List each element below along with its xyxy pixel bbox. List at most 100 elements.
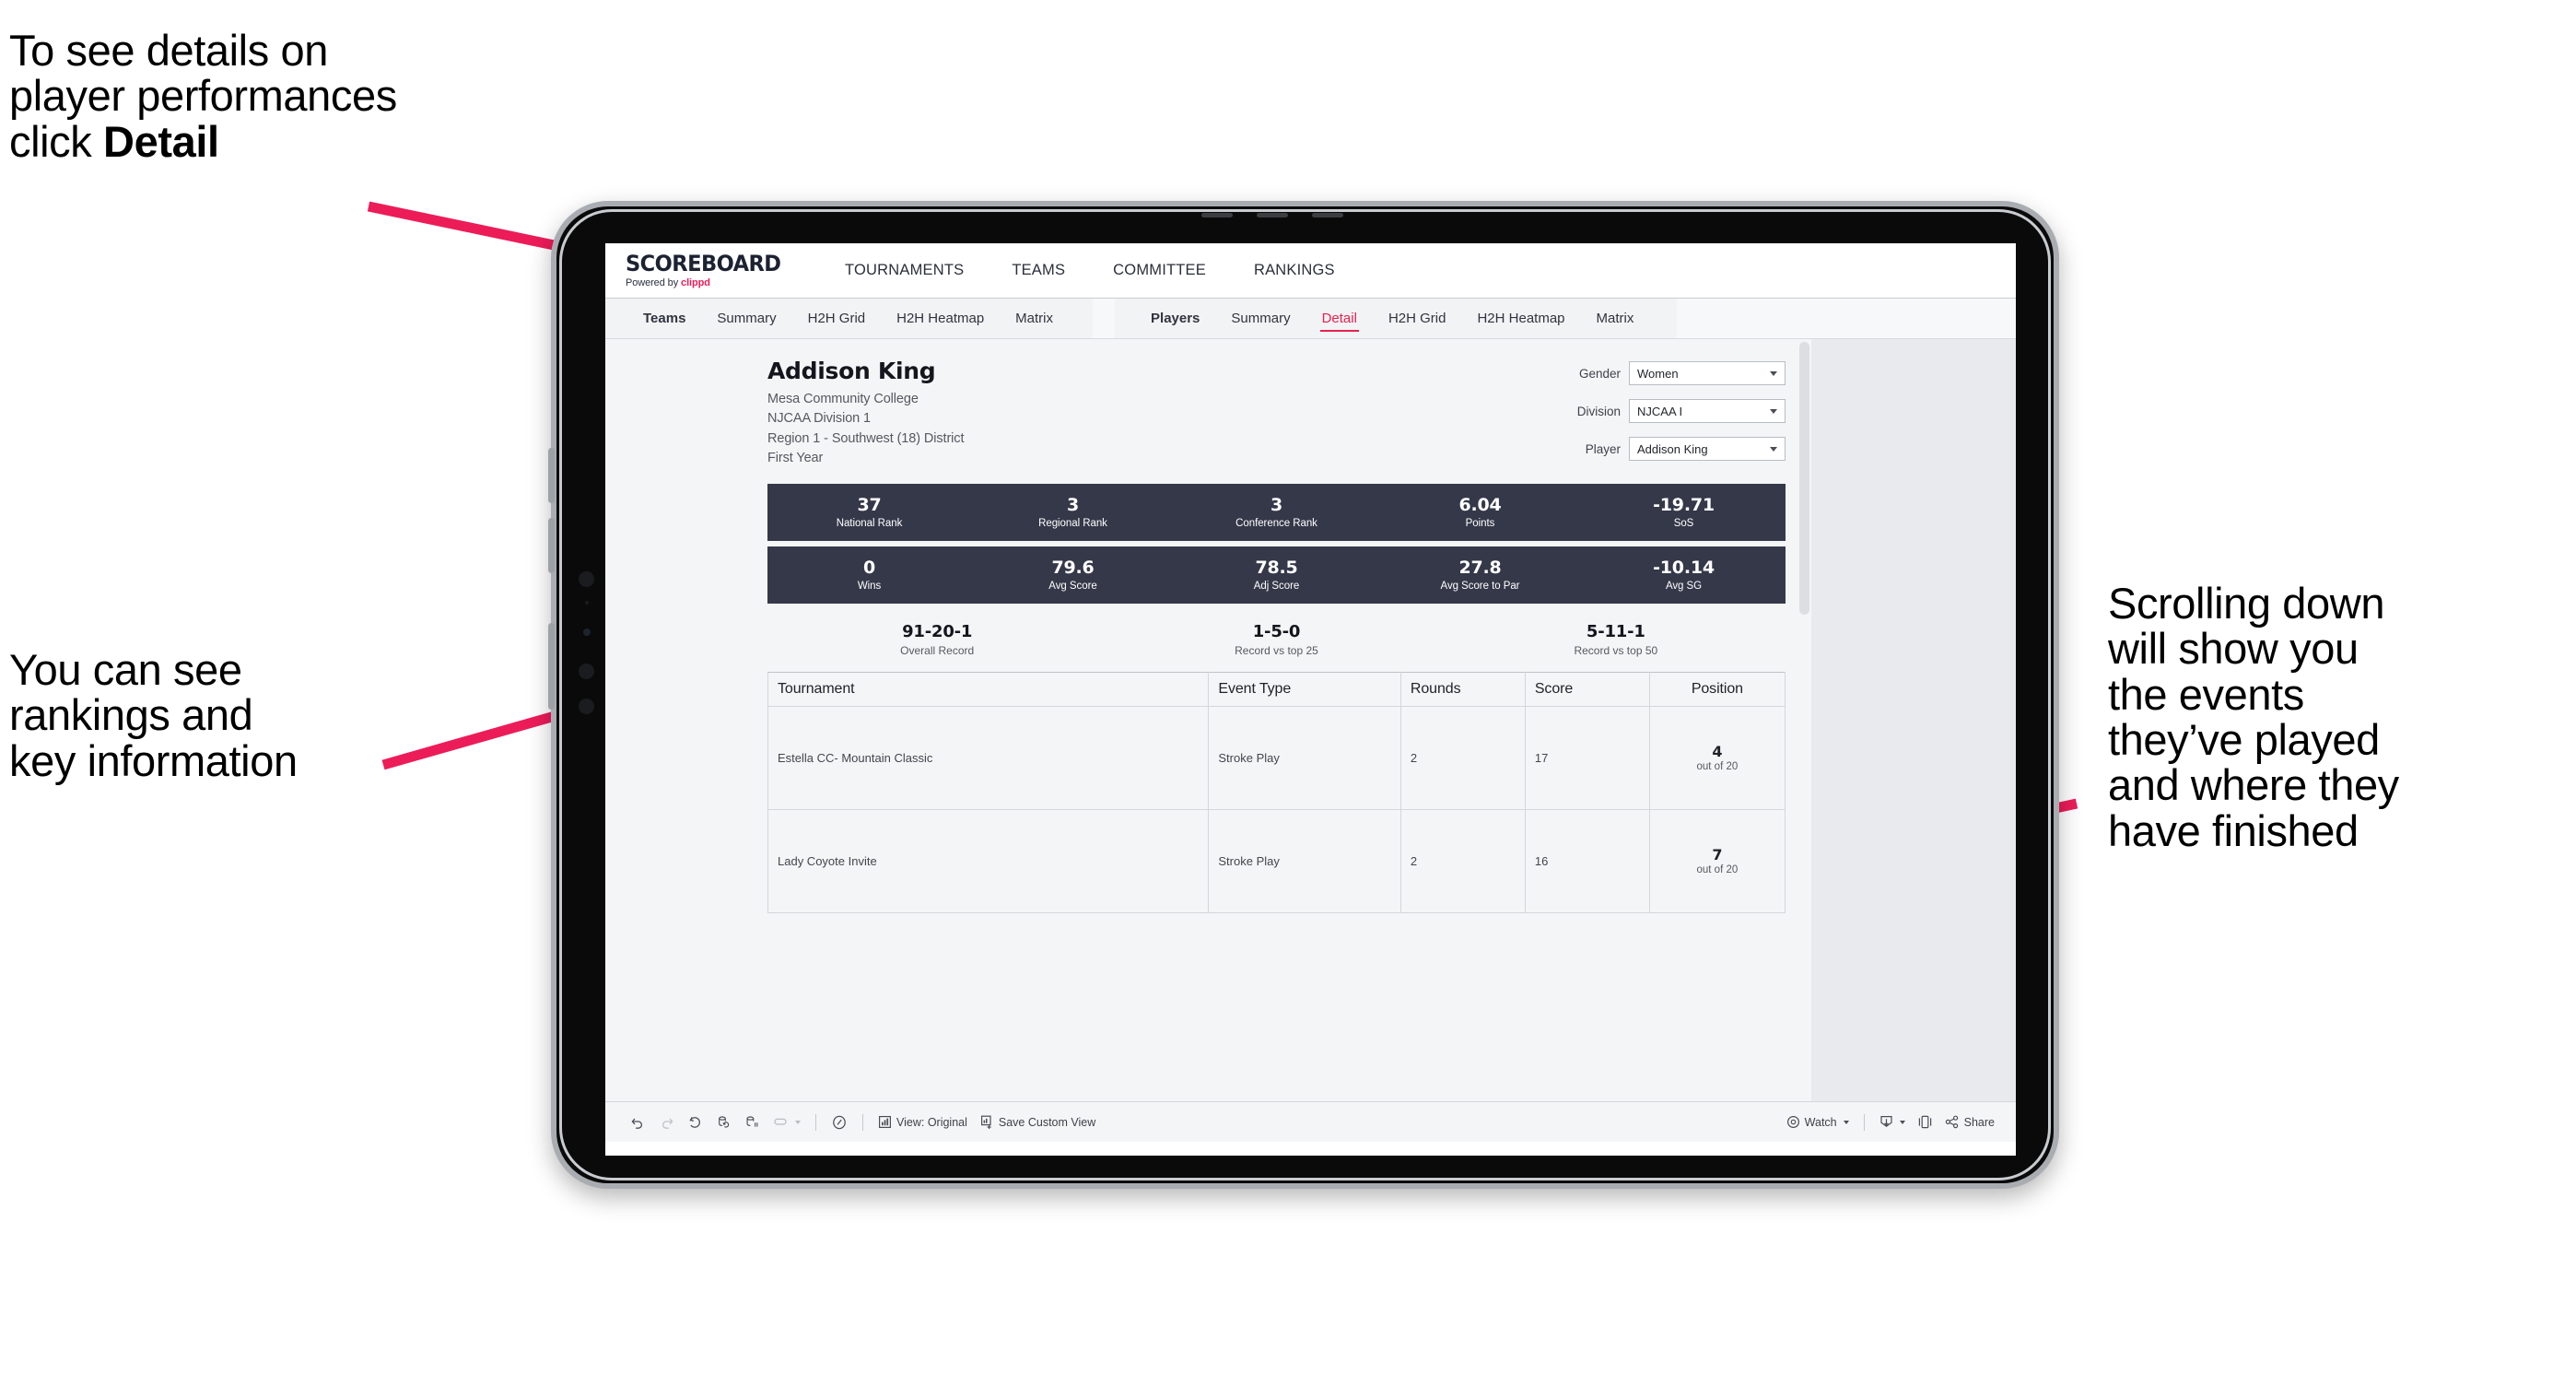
cell-event-type: Stroke Play: [1208, 706, 1401, 810]
nav-item-tournaments[interactable]: TOURNAMENTS: [821, 262, 988, 279]
main-navigation: TOURNAMENTS TEAMS COMMITTEE RANKINGS: [821, 262, 1359, 279]
revert-icon: [687, 1114, 703, 1130]
annotation-right: Scrolling down will show you the events …: [2108, 579, 2399, 855]
nav-item-teams[interactable]: TEAMS: [988, 262, 1089, 279]
filter-label-player: Player: [1585, 441, 1621, 456]
position-out-of: out of 20: [1696, 863, 1739, 875]
view-icon: [878, 1115, 892, 1129]
watch-icon: [1786, 1115, 1800, 1129]
tab-players-h2h-heatmap[interactable]: H2H Heatmap: [1461, 299, 1580, 338]
save-custom-view-button[interactable]: Save Custom View: [974, 1102, 1102, 1142]
tab-players-summary[interactable]: Summary: [1215, 299, 1306, 338]
records-row: 91-20-1 Overall Record 1-5-0 Record vs t…: [767, 604, 1786, 672]
share-label: Share: [1963, 1115, 1995, 1129]
save-custom-view-label: Save Custom View: [998, 1115, 1096, 1129]
stat-avg-score: 79.6 Avg Score: [971, 558, 1175, 592]
column-header-event-type[interactable]: Event Type: [1208, 672, 1401, 707]
tab-players-matrix[interactable]: Matrix: [1581, 299, 1650, 338]
redo-button[interactable]: [652, 1102, 681, 1142]
stats-bar-scoring: 0 Wins 79.6 Avg Score 78.5 Adj Score 27.…: [767, 546, 1786, 604]
filter-value-division: NJCAA I: [1637, 404, 1683, 418]
stat-adj-score: 78.5 Adj Score: [1175, 558, 1378, 592]
tab-teams-summary[interactable]: Summary: [701, 299, 791, 338]
stat-label: Avg SG: [1665, 580, 1703, 592]
download-button[interactable]: [1873, 1102, 1912, 1142]
tab-teams-h2h-grid[interactable]: H2H Grid: [792, 299, 882, 338]
player-year: First Year: [767, 450, 824, 465]
position-out-of: out of 20: [1696, 760, 1739, 772]
mic-hole: [579, 664, 594, 679]
share-button[interactable]: Share: [1938, 1102, 2001, 1142]
cell-tournament: Lady Coyote Invite: [767, 809, 1210, 913]
column-header-score[interactable]: Score: [1524, 672, 1650, 707]
annotation-top-left: To see details on player performances clic…: [9, 28, 617, 164]
stat-label: Wins: [857, 580, 882, 592]
chevron-down-icon: [795, 1120, 801, 1124]
table-row[interactable]: Estella CC- Mountain Classic Stroke Play…: [767, 706, 1786, 810]
device-layout-button[interactable]: [1912, 1102, 1938, 1142]
record-vs-top-50: 5-11-1 Record vs top 50: [1446, 622, 1786, 657]
column-header-tournament[interactable]: Tournament: [767, 672, 1210, 707]
refresh-data-button[interactable]: [709, 1102, 738, 1142]
speaker-slot: [1312, 213, 1343, 217]
tab-teams-h2h-heatmap[interactable]: H2H Heatmap: [881, 299, 1000, 338]
chevron-down-icon: [1770, 370, 1777, 376]
filter-select-division[interactable]: NJCAA I: [1629, 399, 1786, 423]
stat-value: -10.14: [1653, 558, 1715, 579]
scrollbar-thumb[interactable]: [1799, 342, 1809, 615]
stat-value: 6.04: [1458, 495, 1502, 516]
stat-wins: 0 Wins: [767, 558, 971, 592]
volume-down-button[interactable]: [548, 518, 555, 573]
revert-button[interactable]: [681, 1102, 709, 1142]
filter-select-gender[interactable]: Women: [1629, 361, 1786, 385]
cell-rounds: 2: [1399, 809, 1526, 913]
column-header-rounds[interactable]: Rounds: [1399, 672, 1526, 707]
loop-playback-button[interactable]: [767, 1102, 807, 1142]
power-button[interactable]: [548, 623, 555, 710]
stat-value: 78.5: [1255, 558, 1298, 579]
workbook-right-gutter: [1811, 339, 2016, 1101]
table-header-row: Tournament Event Type Rounds Score Posit…: [767, 672, 1786, 707]
device-layout-icon: [1918, 1115, 1932, 1129]
nav-item-rankings[interactable]: RANKINGS: [1230, 262, 1359, 279]
undo-icon: [630, 1114, 646, 1130]
volume-up-button[interactable]: [548, 448, 555, 503]
filter-select-player[interactable]: Addison King: [1629, 437, 1786, 461]
loop-icon: [773, 1116, 789, 1128]
filter-row-division: Division NJCAA I: [1546, 399, 1786, 423]
tab-teams-matrix[interactable]: Matrix: [1000, 299, 1069, 338]
nav-item-committee[interactable]: COMMITTEE: [1089, 262, 1230, 279]
record-value: 1-5-0: [1252, 622, 1301, 641]
watch-button[interactable]: Watch: [1780, 1102, 1856, 1142]
undo-button[interactable]: [624, 1102, 652, 1142]
tab-players-h2h-grid[interactable]: H2H Grid: [1373, 299, 1462, 338]
speaker-slot: [1201, 213, 1233, 217]
redo-icon: [659, 1114, 674, 1130]
filter-label-division: Division: [1576, 404, 1621, 418]
stats-bar-rankings: 37 National Rank 3 Regional Rank 3 Confe…: [767, 484, 1786, 541]
table-row[interactable]: Lady Coyote Invite Stroke Play 2 16 7 ou…: [767, 809, 1786, 913]
workbook-left-gutter: [605, 339, 729, 1101]
annotation-top-left-bold: Detail: [103, 116, 219, 166]
cell-rounds: 2: [1399, 706, 1526, 810]
toolbar-divider: [815, 1113, 816, 1131]
mic-hole: [579, 699, 594, 714]
chevron-down-icon: [1770, 408, 1777, 414]
stat-label: Regional Rank: [1038, 517, 1107, 529]
tab-players[interactable]: Players: [1135, 299, 1215, 338]
watch-label: Watch: [1804, 1115, 1837, 1129]
app-logo[interactable]: SCOREBOARD Powered by clippd: [626, 253, 781, 288]
annotation-top-left-line1: To see details on: [9, 26, 328, 75]
tab-players-detail[interactable]: Detail: [1306, 299, 1373, 338]
tab-group-players: Players Summary Detail H2H Grid H2H Heat…: [1115, 299, 1678, 338]
view-original-button[interactable]: View: Original: [872, 1102, 974, 1142]
tab-teams[interactable]: Teams: [627, 299, 701, 338]
column-header-position[interactable]: Position: [1648, 672, 1786, 707]
share-icon: [1945, 1115, 1960, 1129]
stat-value: 79.6: [1051, 558, 1095, 579]
record-overall: 91-20-1 Overall Record: [767, 622, 1107, 657]
presentation-mode-button[interactable]: [825, 1102, 854, 1142]
pause-auto-updates-button[interactable]: [738, 1102, 767, 1142]
stat-points: 6.04 Points: [1378, 496, 1582, 529]
sheet-scrollbar[interactable]: [1797, 339, 1811, 1101]
